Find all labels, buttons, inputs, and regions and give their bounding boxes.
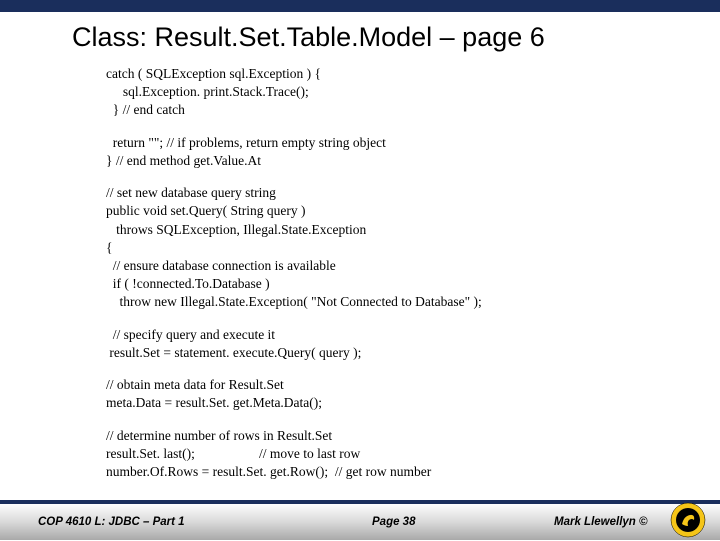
code-line: // specify query and execute it bbox=[106, 326, 720, 344]
code-block-1: catch ( SQLException sql.Exception ) { s… bbox=[106, 65, 720, 120]
code-line: sql.Exception. print.Stack.Trace(); bbox=[106, 83, 720, 101]
code-block-4: // specify query and execute it result.S… bbox=[106, 326, 720, 362]
code-line: { bbox=[106, 239, 720, 257]
code-line: // set new database query string bbox=[106, 184, 720, 202]
code-line: throw new Illegal.State.Exception( "Not … bbox=[106, 293, 720, 311]
code-line: throws SQLException, Illegal.State.Excep… bbox=[106, 221, 720, 239]
slide-title: Class: Result.Set.Table.Model – page 6 bbox=[0, 12, 720, 61]
code-block-2: return ""; // if problems, return empty … bbox=[106, 134, 720, 170]
code-line: } // end catch bbox=[106, 101, 720, 119]
code-line: } // end method get.Value.At bbox=[106, 152, 720, 170]
footer-page: Page 38 bbox=[372, 516, 415, 528]
code-line: // ensure database connection is availab… bbox=[106, 257, 720, 275]
code-line: if ( !connected.To.Database ) bbox=[106, 275, 720, 293]
code-line: result.Set = statement. execute.Query( q… bbox=[106, 344, 720, 362]
code-body: catch ( SQLException sql.Exception ) { s… bbox=[0, 61, 720, 481]
code-line: number.Of.Rows = result.Set. get.Row(); … bbox=[106, 463, 720, 481]
code-line: result.Set. last(); // move to last row bbox=[106, 445, 720, 463]
footer-course: COP 4610 L: JDBC – Part 1 bbox=[38, 516, 185, 528]
code-block-6: // determine number of rows in Result.Se… bbox=[106, 427, 720, 482]
code-block-3: // set new database query string public … bbox=[106, 184, 720, 312]
code-line: // obtain meta data for Result.Set bbox=[106, 376, 720, 394]
top-accent-bar bbox=[0, 0, 720, 12]
footer-content: COP 4610 L: JDBC – Part 1 Page 38 Mark L… bbox=[0, 504, 720, 540]
code-line: catch ( SQLException sql.Exception ) { bbox=[106, 65, 720, 83]
code-line: public void set.Query( String query ) bbox=[106, 202, 720, 220]
pegasus-logo-icon bbox=[670, 502, 706, 538]
code-line: // determine number of rows in Result.Se… bbox=[106, 427, 720, 445]
footer-author: Mark Llewellyn © bbox=[554, 516, 647, 528]
code-line: meta.Data = result.Set. get.Meta.Data(); bbox=[106, 394, 720, 412]
code-block-5: // obtain meta data for Result.Set meta.… bbox=[106, 376, 720, 412]
footer: COP 4610 L: JDBC – Part 1 Page 38 Mark L… bbox=[0, 500, 720, 540]
code-line: return ""; // if problems, return empty … bbox=[106, 134, 720, 152]
